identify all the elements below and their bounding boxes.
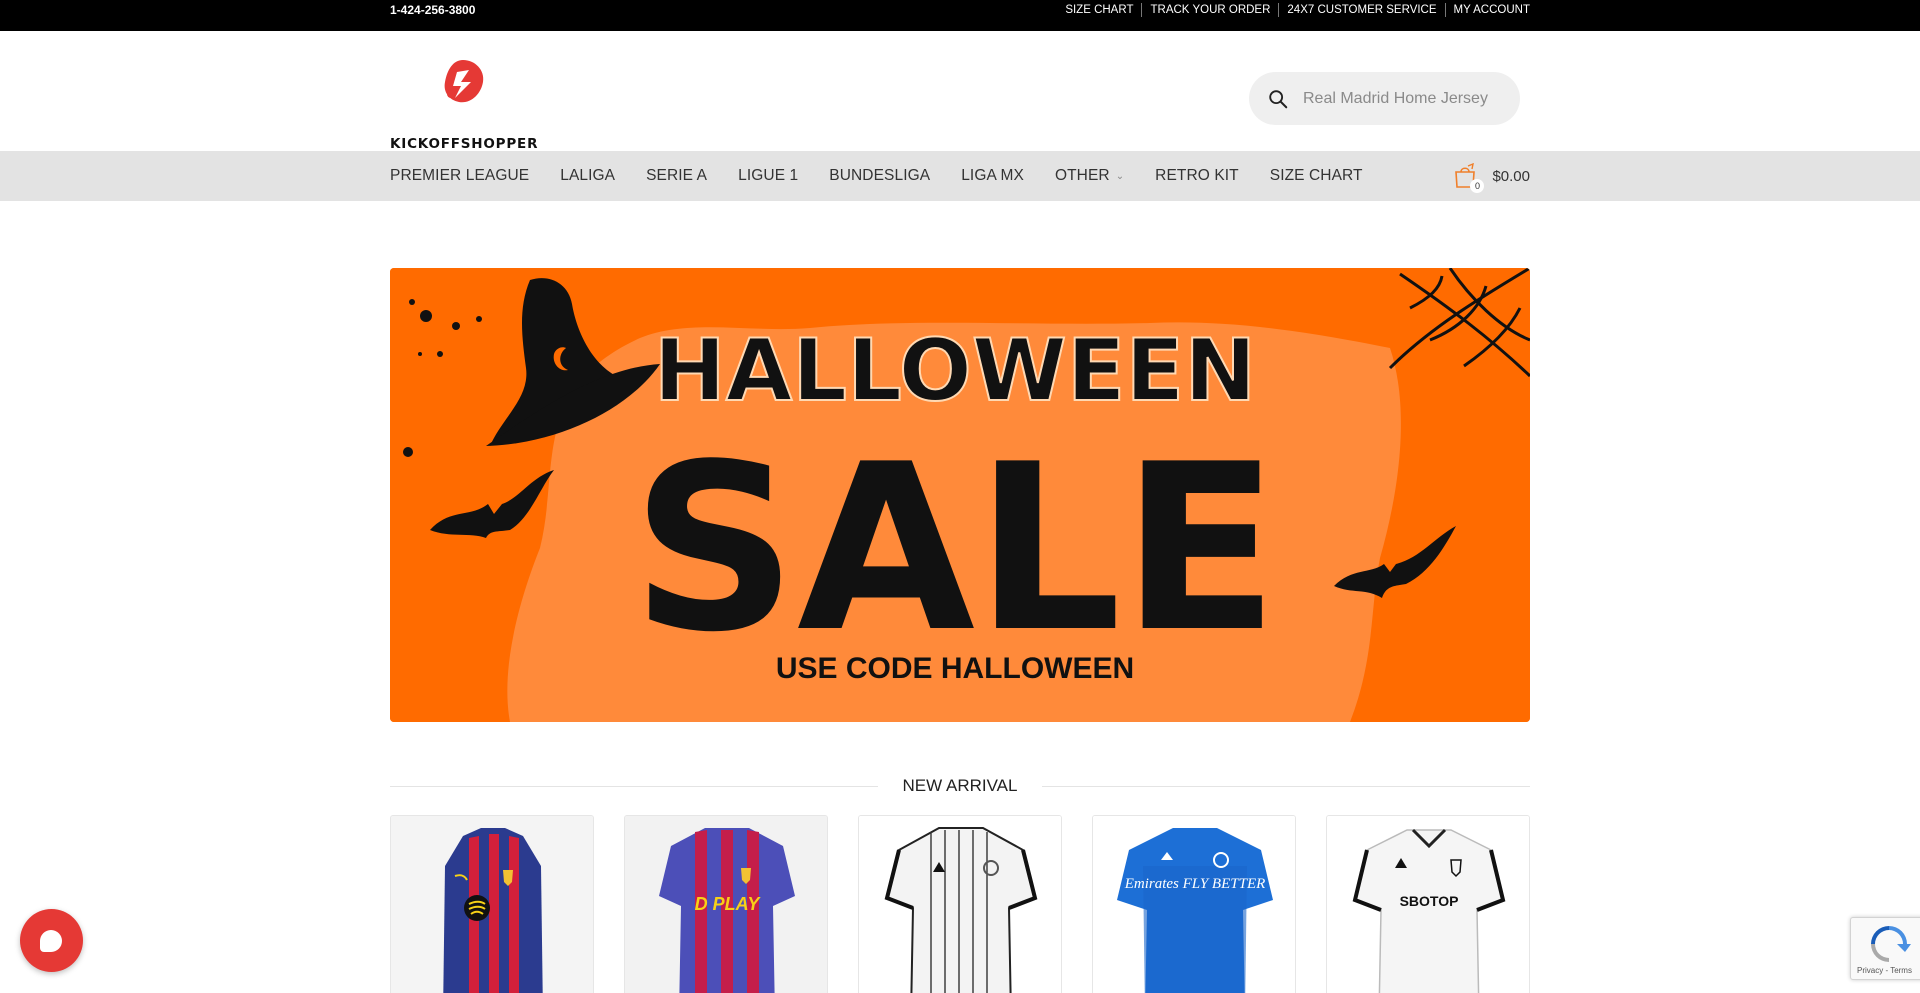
cart[interactable]: 0 $0.00 [1452,151,1530,201]
top-links: SIZE CHART TRACK YOUR ORDER 24X7 CUSTOME… [1057,0,1530,20]
banner-sale: SALE [631,416,1278,683]
jersey-image: Emirates FLY BETTER [1093,816,1295,993]
nav-item-other[interactable]: OTHER ⌄ [1055,167,1124,185]
product-card[interactable] [390,815,594,993]
logo-mark-icon [444,60,484,103]
nav-item-serie-a[interactable]: SERIE A [646,167,707,185]
chat-button[interactable] [20,909,83,972]
jersey-sponsor: SBOTOP [1400,893,1459,909]
product-card[interactable]: SBOTOP [1326,815,1530,993]
banner-title: HALLOWEEN [654,321,1257,421]
top-link-track-order[interactable]: TRACK YOUR ORDER [1141,3,1278,17]
search-input[interactable] [1303,89,1503,108]
search-icon[interactable] [1267,88,1289,110]
new-arrival-heading: NEW ARRIVAL [390,774,1530,798]
chevron-down-icon: ⌄ [1115,170,1125,182]
nav-item-other-label: OTHER [1054,167,1110,184]
cart-count-badge: 0 [1470,179,1485,193]
jersey-image: SBOTOP [1327,816,1529,993]
jersey-image: D PLAY [625,816,827,993]
site-header: KICKOFFSHOPPER [0,31,1920,152]
chat-bubble-icon [40,930,62,952]
jersey-image [391,816,593,993]
top-link-size-chart[interactable]: SIZE CHART [1057,3,1141,17]
jersey-sponsor: Emirates FLY BETTER [1124,876,1266,892]
halloween-sale-banner[interactable]: HALLOWEEN SALE USE CODE HALLOWEEN [390,268,1530,722]
phone-number[interactable]: 1-424-256-3800 [390,0,475,20]
site-logo[interactable]: KICKOFFSHOPPER [390,56,540,156]
nav-item-laliga[interactable]: LALIGA [560,167,615,185]
top-bar: 1-424-256-3800 SIZE CHART TRACK YOUR ORD… [0,0,1920,31]
nav-item-premier-league[interactable]: PREMIER LEAGUE [390,167,529,185]
recaptcha-icon [1871,926,1911,962]
main-nav-bar: PREMIER LEAGUE LALIGA SERIE A LIGUE 1 BU… [0,151,1920,201]
logo-text: KICKOFFSHOPPER [390,136,539,152]
banner-code: USE CODE HALLOWEEN [776,652,1134,685]
cart-icon[interactable]: 0 [1452,162,1485,193]
cart-total: $0.00 [1492,167,1530,185]
nav-item-ligue-1[interactable]: LIGUE 1 [738,167,798,185]
product-card[interactable]: Emirates FLY BETTER [1092,815,1296,993]
recaptcha-terms[interactable]: Privacy - Terms [1857,966,1912,975]
recaptcha-badge[interactable]: Privacy - Terms [1850,917,1920,980]
nav-item-bundesliga[interactable]: BUNDESLIGA [829,167,930,185]
search-box[interactable] [1249,72,1520,125]
product-grid: D PLAY Emirates FLY BETTER SBOTOP [390,815,1530,993]
product-card[interactable] [858,815,1062,993]
nav-item-retro-kit[interactable]: RETRO KIT [1155,167,1239,185]
product-card[interactable]: D PLAY [624,815,828,993]
banner-artwork: HALLOWEEN SALE USE CODE HALLOWEEN [390,268,1530,722]
jersey-image [859,816,1061,993]
jersey-sponsor: D PLAY [695,894,762,914]
top-link-customer-service[interactable]: 24X7 CUSTOMER SERVICE [1278,3,1444,17]
nav-item-liga-mx[interactable]: LIGA MX [961,167,1024,185]
divider [1042,786,1530,787]
top-link-my-account[interactable]: MY ACCOUNT [1444,3,1530,17]
nav-item-size-chart[interactable]: SIZE CHART [1270,167,1363,185]
main-nav: PREMIER LEAGUE LALIGA SERIE A LIGUE 1 BU… [390,151,1394,201]
